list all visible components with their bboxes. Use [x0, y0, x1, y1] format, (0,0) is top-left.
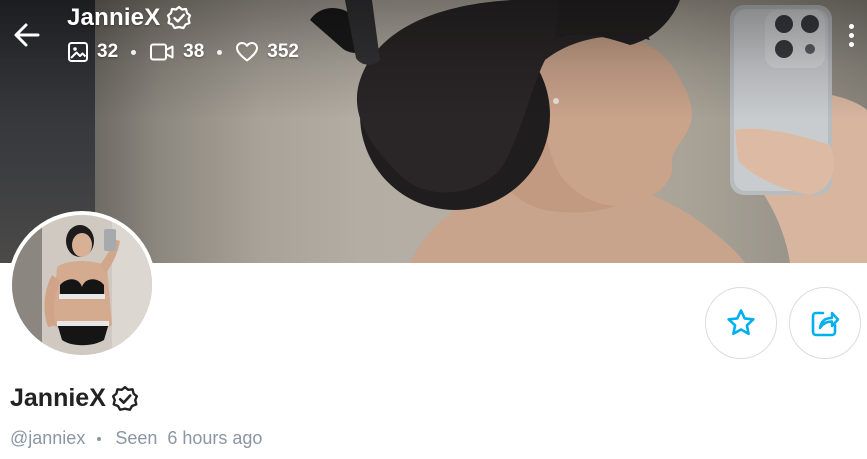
- cover-title-text: JannieX: [67, 4, 161, 31]
- more-dot: [848, 32, 854, 38]
- video-icon: [150, 43, 174, 61]
- profile-name-text: JannieX: [10, 384, 106, 412]
- profile-name: JannieX: [10, 384, 139, 413]
- avatar-image: [12, 215, 152, 355]
- stat-photos-count: 32: [97, 41, 119, 62]
- last-seen-time: 6 hours ago: [167, 428, 263, 448]
- stat-separator: [131, 49, 137, 55]
- back-button[interactable]: [10, 18, 44, 52]
- share-button[interactable]: [789, 287, 861, 359]
- profile-handle: @janniex: [10, 428, 86, 448]
- stat-likes: 352: [235, 41, 299, 63]
- favorite-button[interactable]: [705, 287, 777, 359]
- more-options-button[interactable]: [838, 18, 864, 52]
- image-icon: [68, 42, 88, 62]
- heart-icon: [236, 42, 259, 62]
- stat-photos: 32: [67, 41, 118, 63]
- profile-meta: @janniex Seen 6 hours ago: [10, 428, 262, 449]
- verified-badge-icon: [111, 385, 138, 411]
- cover-title: JannieX: [67, 4, 299, 32]
- stat-videos: 38: [149, 41, 204, 63]
- last-seen-label: Seen: [115, 428, 158, 448]
- avatar-photo: [12, 215, 152, 355]
- more-dot: [848, 41, 854, 47]
- meta-separator: [97, 436, 102, 441]
- verified-badge-icon: [167, 5, 192, 30]
- cover-header: JannieX 32 38 352: [67, 4, 299, 63]
- stat-videos-count: 38: [183, 41, 205, 62]
- star-icon: [727, 309, 755, 336]
- avatar[interactable]: [8, 211, 156, 359]
- stat-likes-count: 352: [267, 41, 299, 62]
- share-icon: [811, 311, 840, 337]
- stat-separator: [217, 49, 223, 55]
- profile-stats: 32 38 352: [67, 41, 299, 63]
- arrow-left-icon: [14, 23, 40, 47]
- more-dot: [848, 23, 854, 29]
